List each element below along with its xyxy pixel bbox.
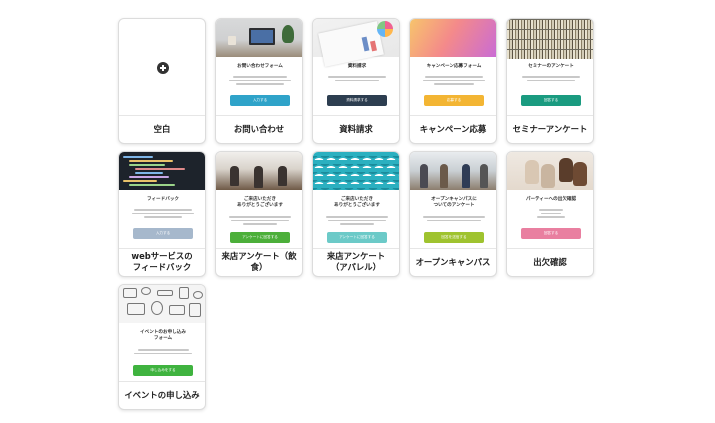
form-button: 資料請求する [327,95,387,106]
template-thumbnail: ご来店いただき ありがとうございます アンケートに回答する [216,152,302,248]
form-title: キャンペーン応募フォーム [426,64,482,69]
plus-icon [157,62,169,74]
form-title: フィードバック [146,197,180,202]
hero-image [313,19,399,67]
template-thumbnail [119,19,205,115]
template-card-store-survey-food[interactable]: ご来店いただき ありがとうございます アンケートに回答する 来店アンケート（飲食… [215,151,303,277]
template-card-contact[interactable]: お問い合わせフォーム 入力する お問い合わせ [215,18,303,144]
form-description [129,347,197,356]
form-title: 資料請求 [347,64,367,69]
form-button: 回答する [521,228,581,239]
template-thumbnail: お問い合わせフォーム 入力する [216,19,302,115]
form-title: オープンキャンパスに ついてのアンケート [431,197,477,209]
hero-image [410,152,496,190]
form-title: セミナーのアンケート [528,64,574,69]
form-button: 入力する [133,228,193,239]
hero-image [216,152,302,190]
template-card-event-registration[interactable]: イベントのお申し込み フォーム 申し込みをする イベントの申し込み [118,284,206,410]
form-description [226,214,294,227]
template-thumbnail: フィードバック 入力する [119,152,205,248]
form-title: イベントのお申し込み フォーム [140,330,186,342]
form-description [517,207,585,220]
template-card-attendance[interactable]: パーティーへの出欠確認 回答する 出欠確認 [506,151,594,277]
template-card-web-feedback[interactable]: フィードバック 入力する webサービスの フィードバック [118,151,206,277]
template-card-document-request[interactable]: 資料請求 資料請求する 資料請求 [312,18,400,144]
template-label: 来店アンケート （アパレル） [326,251,386,272]
form-button: 応募する [424,95,484,106]
template-card-seminar-survey[interactable]: セミナーのアンケート 回答する セミナーアンケート [506,18,594,144]
template-thumbnail: キャンペーン応募フォーム 応募する [410,19,496,115]
form-title: パーティーへの出欠確認 [525,197,577,202]
template-label: お問い合わせ [233,123,285,134]
hero-image [119,152,205,190]
hero-image [313,152,399,190]
hero-image [507,152,593,190]
template-label: 出欠確認 [533,256,567,267]
form-description [517,74,585,83]
form-button: 回答する [521,95,581,106]
template-card-store-survey-apparel[interactable]: ご来店いただき ありがとうございます アンケートに回答する 来店アンケート （ア… [312,151,400,277]
form-description [129,207,197,220]
form-description [226,74,294,87]
form-button: アンケートに回答する [230,232,290,243]
template-thumbnail: セミナーのアンケート 回答する [507,19,593,115]
form-button: アンケートに回答する [327,232,387,243]
template-label: イベントの申し込み [124,389,200,400]
template-label: キャンペーン応募 [419,123,487,134]
template-label: 来店アンケート（飲食） [221,251,297,272]
form-title: ご来店いただき ありがとうございます [237,197,283,209]
template-label: セミナーアンケート [512,123,588,134]
template-card-blank[interactable]: 空白 [118,18,206,144]
form-description [420,214,488,223]
template-thumbnail: オープンキャンパスに ついてのアンケート 回答を送信する [410,152,496,248]
template-card-campaign[interactable]: キャンペーン応募フォーム 応募する キャンペーン応募 [409,18,497,144]
form-description [323,74,391,83]
hero-image [216,19,302,57]
template-thumbnail: パーティーへの出欠確認 回答する [507,152,593,248]
template-thumbnail: イベントのお申し込み フォーム 申し込みをする [119,285,205,381]
hero-image [507,19,593,59]
form-description [323,214,391,227]
template-thumbnail: ご来店いただき ありがとうございます アンケートに回答する [313,152,399,248]
template-card-open-campus[interactable]: オープンキャンパスに ついてのアンケート 回答を送信する オープンキャンパス [409,151,497,277]
template-thumbnail: 資料請求 資料請求する [313,19,399,115]
hero-image [119,285,205,323]
hero-image [410,19,496,57]
template-label: webサービスの フィードバック [131,251,193,272]
form-description [420,74,488,87]
form-button: 回答を送信する [424,232,484,243]
form-button: 申し込みをする [133,365,193,376]
template-label: オープンキャンパス [415,256,491,267]
form-title: お問い合わせフォーム [237,64,283,69]
form-title: ご来店いただき ありがとうございます [334,197,380,209]
template-label: 空白 [153,123,171,134]
form-button: 入力する [230,95,290,106]
template-label: 資料請求 [339,123,373,134]
